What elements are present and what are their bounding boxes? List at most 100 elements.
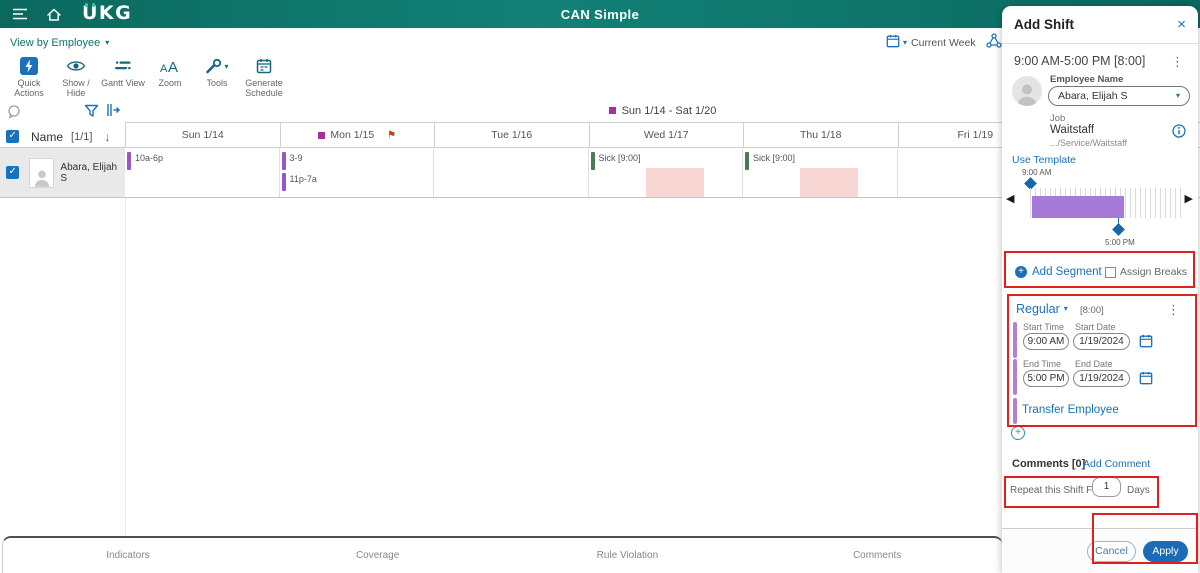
name-column-header[interactable]: Name — [31, 130, 63, 144]
day-cell-tue[interactable] — [434, 148, 589, 197]
day-header-label: Fri 1/19 — [957, 129, 994, 141]
shift-label: Sick [9:00] — [598, 153, 641, 163]
bottom-tab-comments[interactable]: Comments — [752, 538, 1002, 573]
gantt-view-button[interactable]: Gantt View — [100, 57, 146, 88]
start-date-label: Start Date — [1075, 322, 1116, 332]
gantt-view-icon — [113, 57, 133, 75]
calendar-icon[interactable] — [1139, 334, 1153, 353]
segment-type-value: Regular — [1016, 302, 1060, 316]
info-icon[interactable] — [1172, 124, 1186, 143]
end-date-field[interactable]: 1/19/2024 — [1073, 370, 1130, 387]
day-header-tue[interactable]: Tue 1/16 — [435, 123, 590, 147]
job-label: Job — [1050, 113, 1066, 124]
segment-accent-bar — [1013, 359, 1017, 395]
filter-icon[interactable] — [84, 104, 99, 123]
generate-schedule-button[interactable]: Generate Schedule — [241, 57, 287, 99]
comment-bubble-icon[interactable] — [7, 105, 21, 124]
tools-icon: ▾ — [205, 57, 229, 75]
shift-bar — [127, 152, 131, 170]
shift-time-slider: 9:00 AM ◀ 5:00 PM ▶ — [1002, 166, 1198, 252]
calendar-select-icon[interactable] — [886, 34, 900, 53]
bottom-tab-coverage[interactable]: Coverage — [253, 538, 503, 573]
transfer-employee-link[interactable]: Transfer Employee — [1022, 404, 1119, 416]
segment-accent-bar — [1013, 322, 1017, 358]
zoom-button[interactable]: A A Zoom — [147, 57, 193, 89]
calendar-icon[interactable] — [1139, 371, 1153, 390]
slider-end-handle[interactable] — [1112, 223, 1125, 236]
day-cell-mon[interactable]: 3-9 11p-7a — [280, 148, 434, 197]
toolbar-button-label: Gantt View — [101, 78, 145, 88]
day-header-thu[interactable]: Thu 1/18 — [744, 123, 899, 147]
bottom-tab-label: Coverage — [355, 550, 400, 561]
assign-breaks-control[interactable]: Assign Breaks — [1104, 266, 1187, 278]
bottom-tab-rule-violation[interactable]: Rule Violation — [503, 538, 753, 573]
segment-duration: [8:00] — [1080, 305, 1104, 316]
bottom-tab-indicators[interactable]: Indicators — [3, 538, 253, 573]
employee-row[interactable]: Abara, Elijah S — [0, 148, 125, 198]
view-by-selector[interactable]: View by Employee ▾ — [10, 37, 109, 49]
chevron-down-icon[interactable]: ▾ — [903, 39, 907, 47]
shift-overflow-menu-icon[interactable]: ⋮ — [1171, 55, 1184, 68]
shift-label: Sick [9:00] — [753, 153, 796, 163]
coverage-gap-highlight — [800, 168, 858, 197]
apply-button[interactable]: Apply — [1143, 540, 1188, 562]
add-shift-panel: Add Shift × 9:00 AM-5:00 PM [8:00] ⋮ Emp… — [1002, 6, 1198, 573]
current-week-label[interactable]: Current Week — [911, 37, 976, 49]
cancel-button[interactable]: Cancel — [1087, 540, 1136, 562]
day-header-sun[interactable]: Sun 1/14 — [126, 123, 281, 147]
employee-row-checkbox[interactable] — [6, 166, 19, 179]
quick-actions-button[interactable]: Quick Actions — [6, 57, 52, 99]
slider-shift-bar[interactable] — [1032, 196, 1124, 218]
day-header-label: Sun 1/14 — [181, 129, 224, 141]
segment-options-row: + Add Segment Assign Breaks — [1008, 254, 1192, 290]
close-icon[interactable]: × — [1177, 17, 1186, 32]
job-value: Waitstaff — [1050, 124, 1095, 136]
day-header-mon[interactable]: Mon 1/15 ⚑ — [281, 123, 435, 147]
day-cell-thu[interactable]: Sick [9:00] — [743, 148, 898, 197]
slider-end-label: 5:00 PM — [1105, 238, 1135, 247]
employee-dropdown[interactable]: Abara, Elijah S ▾ — [1048, 86, 1190, 106]
add-item-icon[interactable]: + — [1011, 426, 1025, 440]
start-date-field[interactable]: 1/19/2024 — [1073, 333, 1130, 350]
shift-regular[interactable]: 10a-6p — [127, 152, 279, 170]
shift-bar — [590, 152, 595, 170]
tools-button[interactable]: ▾ Tools — [194, 57, 240, 88]
employee-dropdown-value: Abara, Elijah S — [1058, 90, 1128, 102]
panel-title: Add Shift — [1014, 17, 1074, 32]
use-template-link[interactable]: Use Template — [1012, 154, 1076, 166]
start-time-label: Start Time — [1023, 322, 1065, 332]
toolbar-button-label: Show / Hide — [62, 78, 90, 99]
repeat-shift-label: Repeat this Shift For — [1010, 485, 1102, 496]
select-all-checkbox[interactable] — [6, 130, 19, 143]
repeat-days-input[interactable]: 1 — [1092, 477, 1121, 497]
slider-scroll-right-icon[interactable]: ▶ — [1185, 194, 1193, 205]
segment-overflow-menu-icon[interactable]: ⋮ — [1167, 303, 1180, 316]
start-time-field[interactable]: 9:00 AM — [1023, 333, 1069, 350]
shift-regular[interactable]: 3-9 — [281, 152, 434, 170]
chevron-down-icon: ▾ — [224, 61, 229, 71]
add-segment-label: Add Segment — [1032, 266, 1102, 278]
day-cell-sun[interactable]: 10a-6p — [125, 148, 280, 197]
slider-start-label: 9:00 AM — [1022, 168, 1052, 177]
day-header-label: Thu 1/18 — [800, 129, 842, 141]
svg-text:A: A — [168, 59, 178, 75]
end-time-field[interactable]: 5:00 PM — [1023, 370, 1069, 387]
shift-regular[interactable]: 11p-7a — [281, 173, 434, 191]
sort-descending-icon[interactable]: ↓ — [104, 130, 110, 144]
toolbar-button-label: Zoom — [158, 78, 182, 88]
day-cell-wed[interactable]: Sick [9:00] — [589, 148, 743, 197]
shift-label: 11p-7a — [289, 174, 317, 184]
org-chart-icon[interactable] — [985, 33, 1002, 53]
day-header-wed[interactable]: Wed 1/17 — [590, 123, 744, 147]
segment-type-dropdown[interactable]: Regular ▾ — [1016, 302, 1068, 316]
column-expand-icon[interactable] — [106, 103, 120, 122]
slider-scroll-left-icon[interactable]: ◀ — [1006, 194, 1014, 205]
add-segment-link[interactable]: + Add Segment — [1015, 266, 1102, 278]
toolbar-button-label: Generate Schedule — [245, 78, 283, 99]
add-comment-link[interactable]: Add Comment — [1083, 458, 1150, 470]
employee-name: Abara, Elijah S — [60, 161, 118, 184]
svg-text:A: A — [160, 63, 168, 75]
comments-count-label: Comments [0] — [1012, 458, 1086, 470]
assign-breaks-checkbox[interactable] — [1104, 266, 1116, 278]
show-hide-button[interactable]: Show / Hide — [53, 57, 99, 99]
